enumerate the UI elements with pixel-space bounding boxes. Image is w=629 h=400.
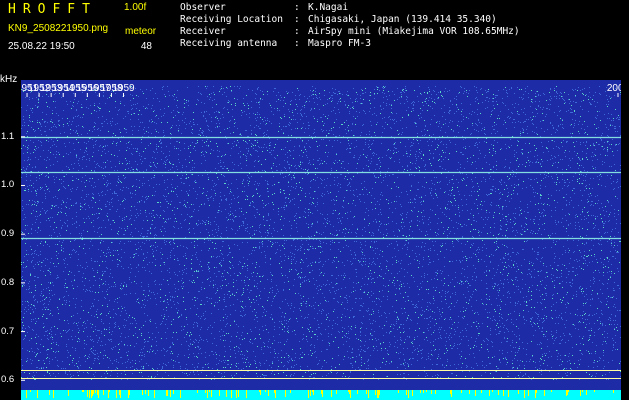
y-tick-label-0.7: 0.7 — [1, 325, 15, 337]
y-tick-label-0.6: 0.6 — [1, 374, 15, 386]
meteor-label: meteor — [125, 26, 157, 37]
info-value: AirSpy mini (Miakejima VOR 108.65MHz) — [308, 26, 520, 37]
info-key: Receiving antenna — [180, 38, 278, 49]
info-separator: : — [294, 26, 300, 37]
header-panel: HROFFT 1.00f KN9_2508221950.png meteor 2… — [0, 0, 629, 74]
filename-label: KN9_2508221950.png — [8, 23, 109, 34]
info-key: Receiving Location — [180, 14, 283, 25]
y-tick-label-0.8: 0.8 — [1, 276, 15, 288]
version-label: 1.00f — [124, 2, 147, 13]
meteor-count: 48 — [140, 41, 152, 52]
info-separator: : — [294, 14, 300, 25]
y-tick-label-1.0: 1.0 — [1, 179, 15, 191]
y-axis-unit: kHz — [0, 74, 18, 85]
info-key: Observer — [180, 2, 226, 13]
info-key: Receiver — [180, 26, 226, 37]
app-title: HROFFT — [8, 2, 97, 17]
info-separator: : — [294, 38, 300, 49]
spectrogram-plot: 1951195219531954195519561957195819592000 — [21, 80, 621, 400]
info-row-observer: Observer: K.Nagai — [180, 2, 520, 14]
y-tick-label-1.1: 1.1 — [1, 130, 15, 142]
info-separator: : — [294, 2, 300, 13]
info-row-receiver: Receiver: AirSpy mini (Miakejima VOR 108.… — [180, 26, 520, 38]
station-info: Observer: K.Nagai Receiving Location: Chig… — [180, 2, 520, 50]
y-tick-label-0.9: 0.9 — [1, 228, 15, 240]
info-row-location: Receiving Location: Chigasaki, Japan (139… — [180, 14, 520, 26]
x-tick-label-2000: 2000 — [607, 83, 621, 94]
info-row-antenna: Receiving antenna: Maspro FM-3 — [180, 38, 520, 50]
info-value: K.Nagai — [308, 2, 349, 13]
info-value: Maspro FM-3 — [308, 38, 371, 49]
x-tick-label-1959: 1959 — [112, 83, 135, 94]
datetime-label: 25.08.22 19:50 — [8, 41, 75, 52]
info-value: Chigasaki, Japan (139.414 35.340) — [308, 14, 497, 25]
